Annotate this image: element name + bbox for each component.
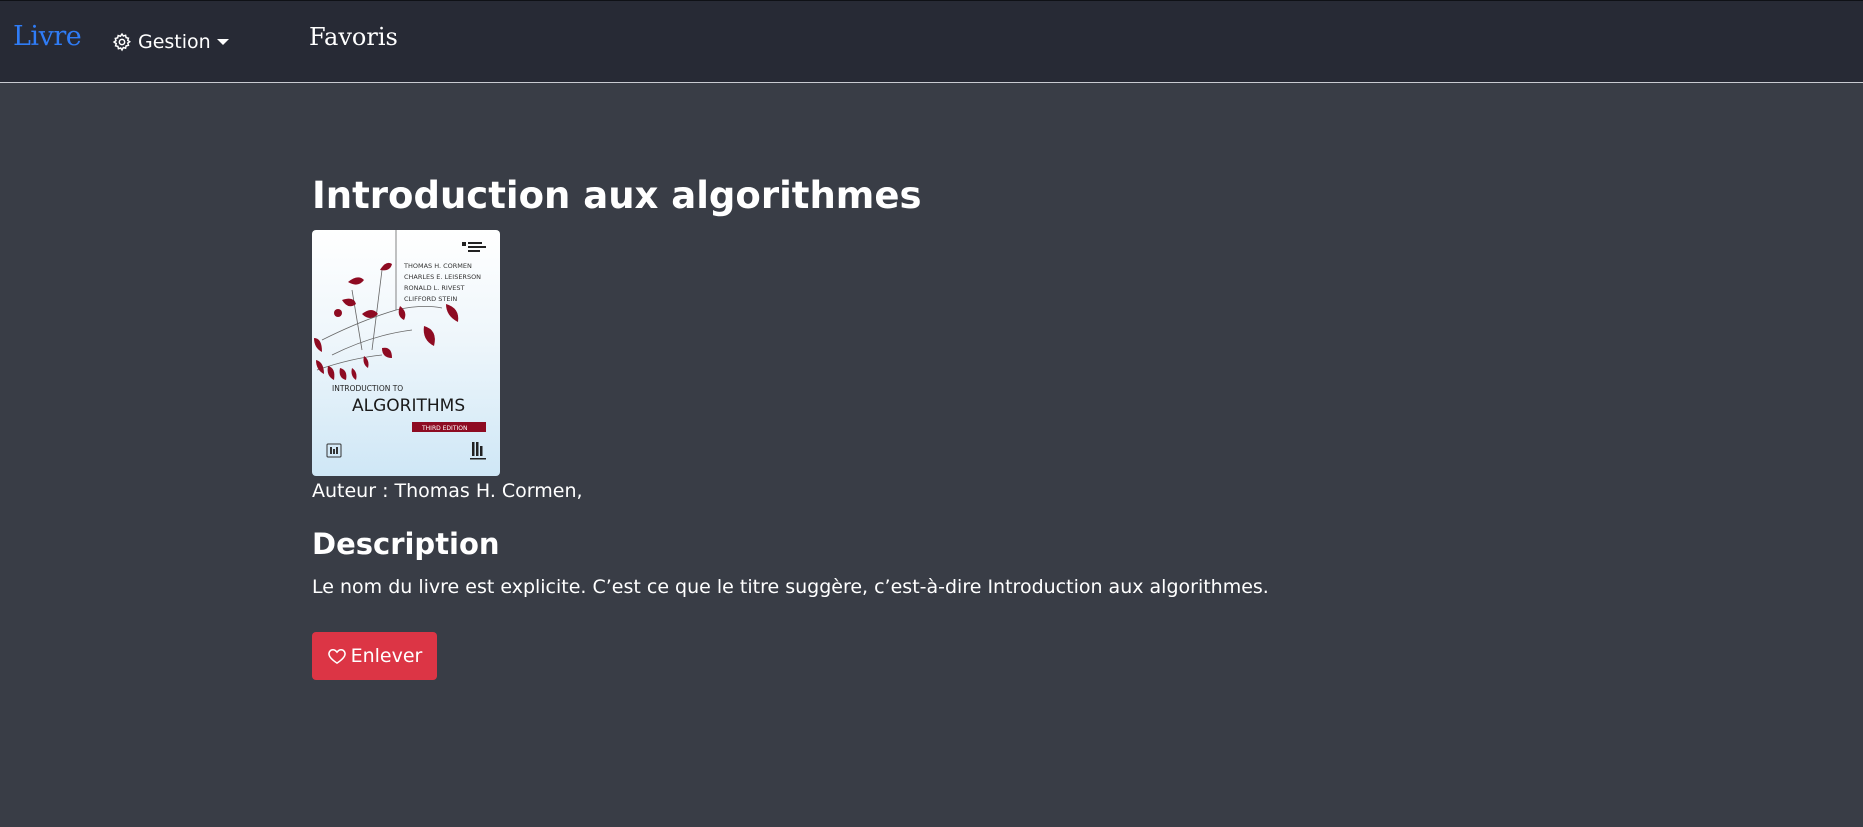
brand-link[interactable]: Livre [13,21,82,52]
gear-icon [112,32,131,52]
remove-button-label: Enlever [350,645,423,667]
cover-main-title: ALGORITHMS [352,396,465,416]
description-heading: Description [312,527,500,561]
chevron-down-icon [216,39,229,45]
description-text: Le nom du livre est explicite. C’est ce … [312,576,1269,598]
book-cover-image: THOMAS H. CORMEN CHARLES E. LEISERSON RO… [312,230,500,476]
page-title: Introduction aux algorithmes [312,174,922,217]
favoris-link[interactable]: Favoris [309,23,398,51]
gestion-label: Gestion [138,31,211,53]
remove-favorite-button[interactable]: Enlever [312,632,437,680]
cover-author-2: CHARLES E. LEISERSON [404,273,481,281]
heart-icon [327,648,346,664]
cover-intro-text: INTRODUCTION TO [332,384,403,393]
cover-author-1: THOMAS H. CORMEN [403,262,472,270]
cover-edition: THIRD EDITION [421,425,467,432]
cover-author-4: CLIFFORD STEIN [404,295,457,303]
navbar: Livre Gestion Favoris [0,0,1863,83]
gestion-dropdown[interactable]: Gestion [112,31,229,53]
cover-author-3: RONALD L. RIVEST [404,284,465,292]
author-line: Auteur : Thomas H. Cormen, [312,480,583,502]
